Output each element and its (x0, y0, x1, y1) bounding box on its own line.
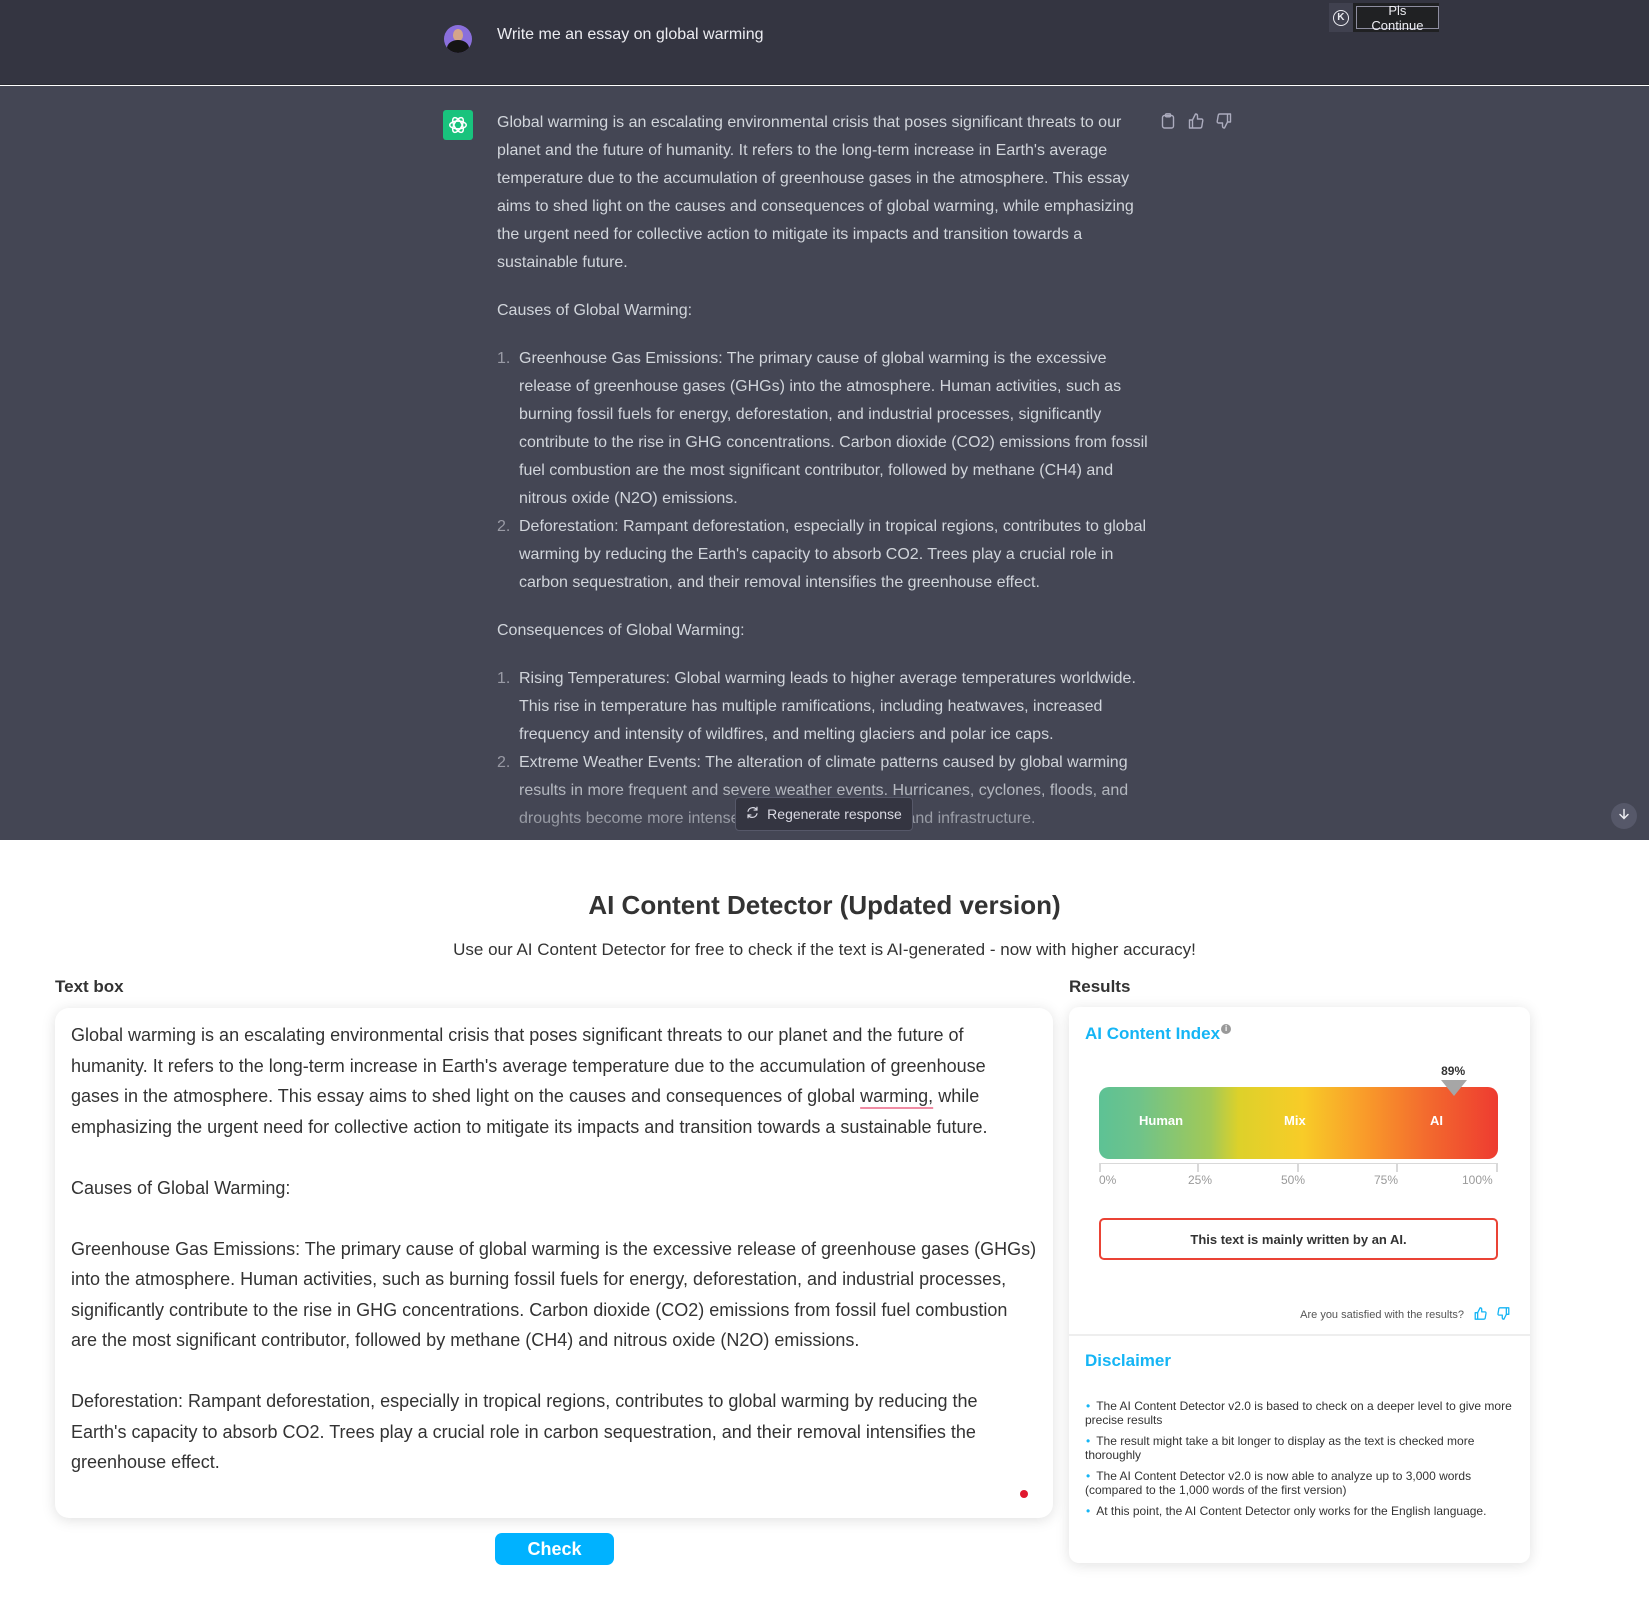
tick-mark (1197, 1163, 1199, 1172)
user-avatar (444, 25, 472, 53)
tick-label: 25% (1188, 1173, 1213, 1187)
list-item: 1. Greenhouse Gas Emissions: The primary … (497, 350, 1148, 507)
disclaimer-list: The AI Content Detector v2.0 is based to… (1085, 1399, 1513, 1525)
list-item: 1. Rising Temperatures: Global warming le… (497, 670, 1136, 743)
pls-continue-button[interactable]: Pls Continue (1355, 3, 1439, 33)
assistant-response: Global warming is an escalating environm… (497, 109, 1152, 840)
results-panel: AI Content Index i 89% Human Mix AI 0% 25… (1069, 1007, 1530, 1563)
text-input-content[interactable]: Global warming is an escalating environm… (55, 1008, 1053, 1478)
tick-label: 75% (1374, 1173, 1399, 1187)
scroll-to-bottom-button[interactable] (1611, 803, 1637, 829)
thumbs-up-icon[interactable] (1188, 112, 1204, 130)
score-marker-icon (1441, 1080, 1468, 1096)
gauge-axis (1099, 1163, 1498, 1173)
page-subtitle: Use our AI Content Detector for free to … (453, 940, 1196, 959)
disclaimer-item: The AI Content Detector v2.0 is based to… (1085, 1399, 1513, 1427)
tick-mark (1396, 1163, 1398, 1172)
ai-content-index-title: AI Content Index i (1085, 1024, 1232, 1044)
disclaimer-item: The AI Content Detector v2.0 is now able… (1085, 1469, 1513, 1497)
user-prompt-text: Write me an essay on global warming (497, 26, 764, 43)
thumbs-down-icon[interactable] (1216, 112, 1232, 130)
tick-mark (1496, 1163, 1498, 1172)
zone-label-ai: AI (1430, 1113, 1443, 1128)
list-item: 2. Deforestation: Rampant deforestation, … (497, 518, 1147, 591)
info-icon[interactable]: i (1221, 1024, 1232, 1034)
tick-mark (1099, 1163, 1101, 1172)
disclaimer-item: At this point, the AI Content Detector o… (1085, 1504, 1513, 1518)
disclaimer-item: The result might take a bit longer to di… (1085, 1434, 1513, 1462)
chatgpt-logo-icon (443, 110, 473, 140)
refresh-icon (746, 806, 759, 822)
user-prompt-row: Write me an essay on global warming K Pl… (0, 0, 1649, 85)
causes-heading: Causes of Global Warming: (497, 302, 693, 319)
regenerate-response-button[interactable]: Regenerate response (735, 797, 913, 831)
feedback-prompt: Are you satisfied with the results? (1300, 1309, 1464, 1321)
thumbs-up-icon[interactable] (1474, 1307, 1487, 1323)
tick-label: 50% (1281, 1173, 1306, 1187)
check-button[interactable]: Check (495, 1533, 614, 1565)
zone-label-human: Human (1139, 1113, 1184, 1128)
causes-list: 1. Greenhouse Gas Emissions: The primary … (497, 345, 1152, 597)
text-input-box[interactable]: Global warming is an escalating environm… (55, 1008, 1053, 1518)
consequences-heading: Consequences of Global Warming: (497, 622, 745, 639)
grammar-indicator-dot[interactable] (1020, 1490, 1028, 1498)
divider (1069, 1334, 1530, 1336)
k-extension-icon[interactable]: K (1329, 3, 1353, 32)
response-intro: Global warming is an escalating environm… (497, 114, 1134, 271)
tick-mark (1297, 1163, 1299, 1172)
disclaimer-title: Disclaimer (1085, 1351, 1171, 1370)
ai-score-gauge: Human Mix AI (1099, 1087, 1498, 1159)
zone-label-mix: Mix (1284, 1113, 1306, 1128)
spellcheck-flagged-word[interactable]: warming, (860, 1086, 933, 1106)
textbox-label: Text box (55, 977, 124, 996)
copy-icon[interactable] (1160, 112, 1176, 130)
thumbs-down-icon[interactable] (1497, 1307, 1510, 1323)
page-title: AI Content Detector (Updated version) (588, 890, 1061, 920)
score-label: 89% (1441, 1064, 1466, 1078)
results-label: Results (1069, 977, 1131, 996)
verdict-box: This text is mainly written by an AI. (1099, 1218, 1498, 1260)
arrow-down-icon (1618, 807, 1630, 825)
tick-label: 0% (1099, 1173, 1117, 1187)
chatgpt-conversation: Write me an essay on global warming K Pl… (0, 0, 1649, 840)
response-actions (1160, 112, 1232, 130)
tick-label: 100% (1462, 1173, 1493, 1187)
feedback-row: Are you satisfied with the results? (1300, 1307, 1510, 1323)
extension-toolbar: K Pls Continue (1329, 3, 1439, 33)
